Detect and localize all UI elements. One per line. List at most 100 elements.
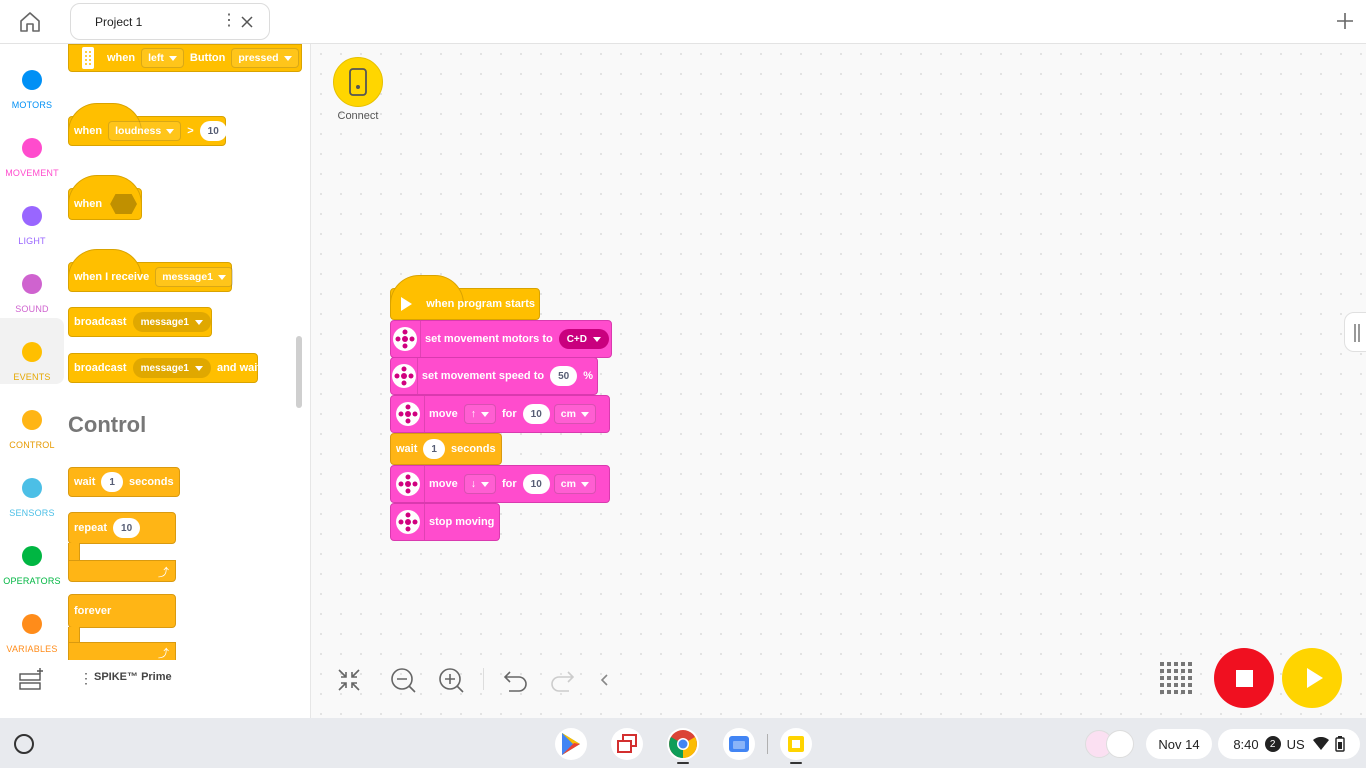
palette-when-i-receive-block[interactable]: when I receive message1 (68, 249, 234, 292)
status-area[interactable]: 8:40 2 US (1218, 729, 1360, 759)
loudness-value-field[interactable]: 10 (199, 121, 227, 141)
wait-seconds-field[interactable]: 1 (101, 472, 123, 492)
spike-app[interactable] (780, 728, 812, 760)
speed-value-field[interactable]: 50 (550, 366, 578, 386)
extensions-icon[interactable] (18, 666, 46, 692)
tab-menu-icon[interactable]: ⋮ (221, 13, 237, 29)
message-dropdown[interactable]: message1 (132, 312, 211, 332)
sensor-dropdown[interactable]: loudness (108, 121, 182, 141)
palette-forever-block[interactable]: forever (68, 594, 176, 628)
date-pill[interactable]: Nov 14 (1146, 729, 1212, 759)
category-label: VARIABLES (6, 644, 58, 654)
block-text: repeat (74, 522, 108, 534)
play-button[interactable] (1282, 648, 1342, 708)
stop-button[interactable] (1214, 648, 1274, 708)
palette-when-condition-block[interactable]: when (68, 175, 142, 220)
more-options-icon[interactable]: ⋮ (79, 670, 93, 687)
category-sensors[interactable]: SENSORS (0, 454, 64, 520)
palette-wait-block[interactable]: wait 1 seconds (68, 467, 180, 497)
block-text: move (429, 408, 458, 420)
side-panel-handle[interactable] (1344, 312, 1366, 352)
project-tab[interactable]: Project 1 ⋮ (70, 3, 270, 40)
category-variables[interactable]: VARIABLES (0, 590, 64, 656)
set-movement-speed-block[interactable]: set movement speed to 50 % (390, 357, 598, 395)
category-operators[interactable]: OPERATORS (0, 522, 64, 588)
category-events[interactable]: EVENTS (0, 318, 64, 384)
repeat-count-field[interactable]: 10 (113, 518, 141, 538)
connect-button[interactable] (333, 57, 383, 107)
wait-value-field[interactable]: 1 (423, 439, 445, 459)
motor-pair-icon (391, 358, 418, 394)
message-dropdown[interactable]: message1 (155, 267, 234, 287)
category-label: MOVEMENT (5, 168, 59, 178)
zoom-out-button[interactable] (388, 665, 418, 695)
chevron-left-icon (600, 674, 608, 686)
block-text: broadcast (74, 362, 127, 374)
redo-button[interactable] (548, 665, 578, 695)
block-text: for (502, 478, 517, 490)
close-icon[interactable] (237, 12, 257, 32)
distance-field[interactable]: 10 (522, 404, 550, 424)
palette-scrollbar[interactable] (296, 336, 302, 408)
wait-seconds-block[interactable]: wait 1 seconds (390, 433, 502, 465)
undo-button[interactable] (500, 665, 530, 695)
light-matrix-icon[interactable] (1158, 660, 1194, 696)
direction-dropdown[interactable]: ↓ (463, 474, 496, 494)
category-movement[interactable]: MOVEMENT (0, 114, 64, 180)
palette-broadcast-block[interactable]: broadcast message1 (68, 307, 212, 337)
stop-moving-block[interactable]: stop moving (390, 503, 500, 541)
palette-loudness-block[interactable]: when loudness > 10 (68, 103, 227, 146)
files-app[interactable] (723, 728, 755, 760)
message-dropdown[interactable]: message1 (132, 358, 211, 378)
motor-pair-dropdown[interactable]: C+D (558, 329, 609, 349)
category-dot (22, 206, 42, 226)
category-dot (22, 478, 42, 498)
block-text: when (107, 52, 136, 64)
palette-repeat-block[interactable]: repeat 10 (68, 512, 176, 544)
connect-label: Connect (337, 110, 379, 122)
new-project-plus-icon[interactable] (1334, 10, 1356, 32)
hub-connect-icon (349, 68, 367, 96)
launcher-button[interactable] (14, 734, 34, 754)
clean-up-button[interactable] (334, 665, 364, 695)
play-store-app[interactable] (555, 728, 587, 760)
redo-icon (551, 671, 575, 692)
home-button[interactable] (14, 8, 46, 36)
chrome-running-indicator (677, 762, 689, 764)
category-control[interactable]: CONTROL (0, 386, 64, 452)
category-dot (22, 614, 42, 634)
block-text: stop moving (429, 516, 495, 528)
block-text: for (502, 408, 517, 420)
move-forward-block[interactable]: move ↑ for 10 cm (390, 395, 610, 433)
direction-dropdown[interactable]: ↑ (463, 404, 496, 424)
move-backward-block[interactable]: move ↓ for 10 cm (390, 465, 610, 503)
unit-dropdown[interactable]: cm (553, 474, 596, 494)
when-program-starts-block[interactable]: when program starts (390, 275, 540, 320)
arrow-down-icon: ↓ (470, 478, 476, 490)
block-text: % (583, 370, 593, 382)
hub-icon (82, 47, 94, 69)
collapse-controls-button[interactable] (590, 665, 620, 695)
flag-play-icon (391, 297, 422, 311)
category-motors[interactable]: MOTORS (0, 46, 64, 112)
hub-name-label: SPIKE™ Prime (94, 671, 172, 683)
category-sound[interactable]: SOUND (0, 250, 64, 316)
zoom-in-button[interactable] (436, 665, 466, 695)
button-side-dropdown[interactable]: left (141, 48, 184, 68)
distance-field[interactable]: 10 (522, 474, 550, 494)
notification-avatar[interactable] (1106, 730, 1134, 758)
category-light[interactable]: LIGHT (0, 182, 64, 248)
palette-button-pressed-block[interactable]: when left Button pressed (68, 44, 302, 72)
button-state-dropdown[interactable]: pressed (231, 48, 299, 68)
notification-count-badge: 2 (1264, 736, 1281, 752)
screen-capture-app[interactable] (611, 728, 643, 760)
boolean-slot[interactable] (110, 194, 137, 214)
category-label: CONTROL (9, 440, 55, 450)
set-movement-motors-block[interactable]: set movement motors to C+D (390, 320, 612, 358)
unit-dropdown[interactable]: cm (553, 404, 596, 424)
block-text: seconds (450, 443, 496, 455)
palette-broadcast-and-wait-block[interactable]: broadcast message1 and wait (68, 353, 261, 383)
chrome-app[interactable] (667, 728, 699, 760)
block-text: when (74, 198, 103, 210)
category-dot (22, 138, 42, 158)
